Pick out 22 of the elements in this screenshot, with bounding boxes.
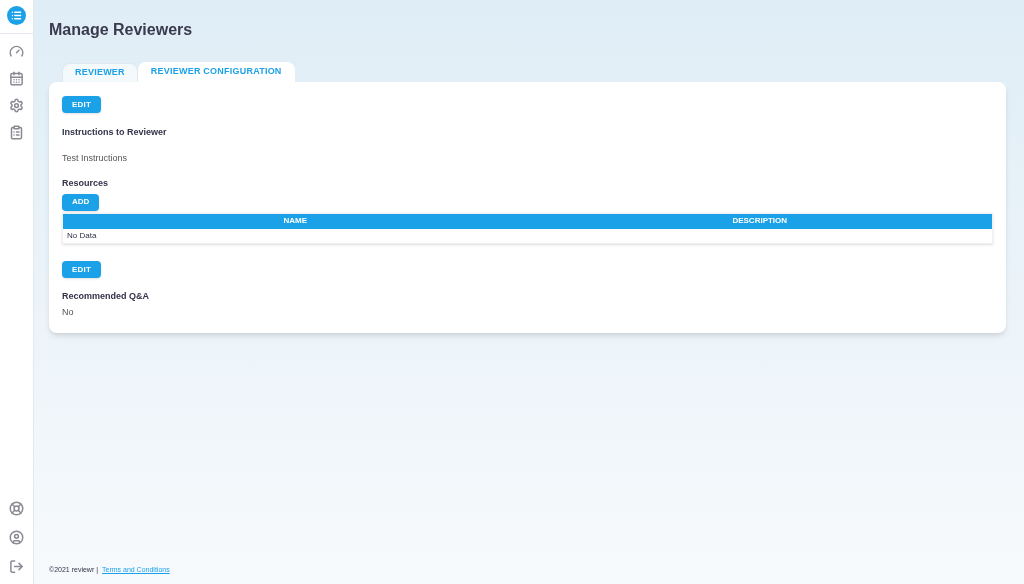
section-heading: Instructions to Reviewer (62, 126, 167, 139)
clipboard-icon[interactable] (9, 125, 24, 140)
instructions-text: Test Instructions (62, 151, 128, 165)
edit-button[interactable]: EDIT (62, 96, 102, 113)
lifebuoy-icon[interactable] (9, 501, 24, 516)
tab[interactable]: REVIEWER CONFIGURATION (137, 62, 295, 82)
calendar-icon[interactable] (9, 71, 24, 86)
section-heading: Recommended Q&A (62, 289, 150, 303)
recommended-value: No (62, 306, 74, 319)
edit-button[interactable]: EDIT (62, 261, 102, 278)
logout-icon[interactable] (9, 559, 24, 574)
column-header: NAME (282, 217, 309, 225)
gauge-icon[interactable] (9, 44, 24, 59)
user-icon[interactable] (9, 530, 24, 545)
logo-icon[interactable] (7, 6, 26, 25)
column-header: DESCRIPTION (731, 217, 789, 225)
tab[interactable]: REVIEWER (62, 63, 138, 82)
add-button[interactable]: ADD (62, 193, 100, 211)
section-heading: Resources (62, 177, 109, 190)
settings-icon[interactable] (9, 98, 24, 113)
empty-text: No Data (66, 229, 98, 242)
page-title: Manage Reviewers (49, 20, 194, 40)
